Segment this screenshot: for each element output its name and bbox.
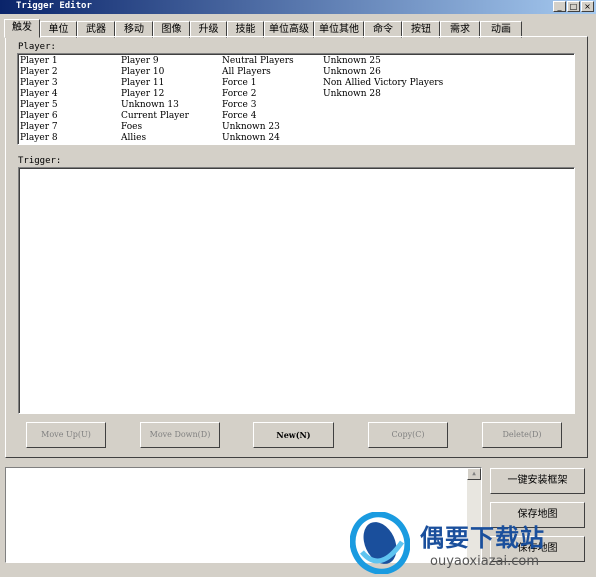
install-framework-button[interactable]: 一键安装框架 xyxy=(490,468,585,494)
list-item[interactable]: Player 7 xyxy=(20,122,58,133)
list-item[interactable]: Player 1 xyxy=(20,56,58,67)
maximize-button[interactable]: □ xyxy=(567,1,580,12)
list-item[interactable]: Unknown 25 xyxy=(323,56,443,67)
player-column-2: Player 9 Player 10 Player 11 Player 12 U… xyxy=(121,56,189,144)
list-item[interactable]: Player 12 xyxy=(121,89,189,100)
list-item[interactable]: Unknown 24 xyxy=(222,133,294,144)
list-item[interactable]: Foes xyxy=(121,122,189,133)
player-list[interactable]: Player 1 Player 2 Player 3 Player 4 Play… xyxy=(17,53,575,145)
list-item[interactable]: All Players xyxy=(222,67,294,78)
new-button[interactable]: New(N) xyxy=(253,422,334,448)
window-title: Trigger Editor xyxy=(16,1,92,11)
player-column-3: Neutral Players All Players Force 1 Forc… xyxy=(222,56,294,144)
tab-strip: 触发 单位 武器 移动 图像 升级 技能 单位高级 单位其他 命令 按钮 需求 … xyxy=(4,19,522,38)
scroll-up-icon[interactable]: ▲ xyxy=(467,468,481,480)
list-item[interactable]: Allies xyxy=(121,133,189,144)
minimize-button[interactable]: _ xyxy=(553,1,566,12)
list-item[interactable]: Current Player xyxy=(121,111,189,122)
list-item[interactable]: Player 10 xyxy=(121,67,189,78)
watermark-brand: 偶要下载站 xyxy=(420,524,545,552)
copy-button[interactable]: Copy(C) xyxy=(368,422,448,448)
title-bar: Trigger Editor _ □ × xyxy=(0,0,596,14)
list-item[interactable]: Player 3 xyxy=(20,78,58,89)
list-item[interactable]: Player 11 xyxy=(121,78,189,89)
list-item[interactable]: Unknown 13 xyxy=(121,100,189,111)
list-item[interactable]: Player 9 xyxy=(121,56,189,67)
list-item[interactable]: Player 4 xyxy=(20,89,58,100)
list-item[interactable]: Player 5 xyxy=(20,100,58,111)
move-down-button[interactable]: Move Down(D) xyxy=(140,422,220,448)
list-item[interactable]: Force 1 xyxy=(222,78,294,89)
list-item[interactable]: Non Allied Victory Players xyxy=(323,78,443,89)
list-item[interactable]: Neutral Players xyxy=(222,56,294,67)
list-item[interactable]: Force 2 xyxy=(222,89,294,100)
list-item[interactable]: Player 6 xyxy=(20,111,58,122)
watermark-url: ouyaoxiazai.com xyxy=(430,554,539,569)
list-item[interactable]: Unknown 23 xyxy=(222,122,294,133)
watermark-logo-icon xyxy=(350,512,410,574)
player-column-1: Player 1 Player 2 Player 3 Player 4 Play… xyxy=(20,56,58,144)
close-button[interactable]: × xyxy=(581,1,594,12)
player-column-4: Unknown 25 Unknown 26 Non Allied Victory… xyxy=(323,56,443,100)
list-item[interactable]: Unknown 28 xyxy=(323,89,443,100)
list-item[interactable]: Force 4 xyxy=(222,111,294,122)
list-item[interactable]: Unknown 26 xyxy=(323,67,443,78)
trigger-list[interactable] xyxy=(18,167,575,414)
trigger-label: Trigger: xyxy=(18,156,62,166)
watermark: 偶要下载站 ouyaoxiazai.com xyxy=(350,512,596,577)
player-label: Player: xyxy=(18,42,56,52)
list-item[interactable]: Player 8 xyxy=(20,133,58,144)
tab-trigger[interactable]: 触发 xyxy=(4,19,40,38)
delete-button[interactable]: Delete(D) xyxy=(482,422,562,448)
list-item[interactable]: Force 3 xyxy=(222,100,294,111)
list-item[interactable]: Player 2 xyxy=(20,67,58,78)
move-up-button[interactable]: Move Up(U) xyxy=(26,422,106,448)
